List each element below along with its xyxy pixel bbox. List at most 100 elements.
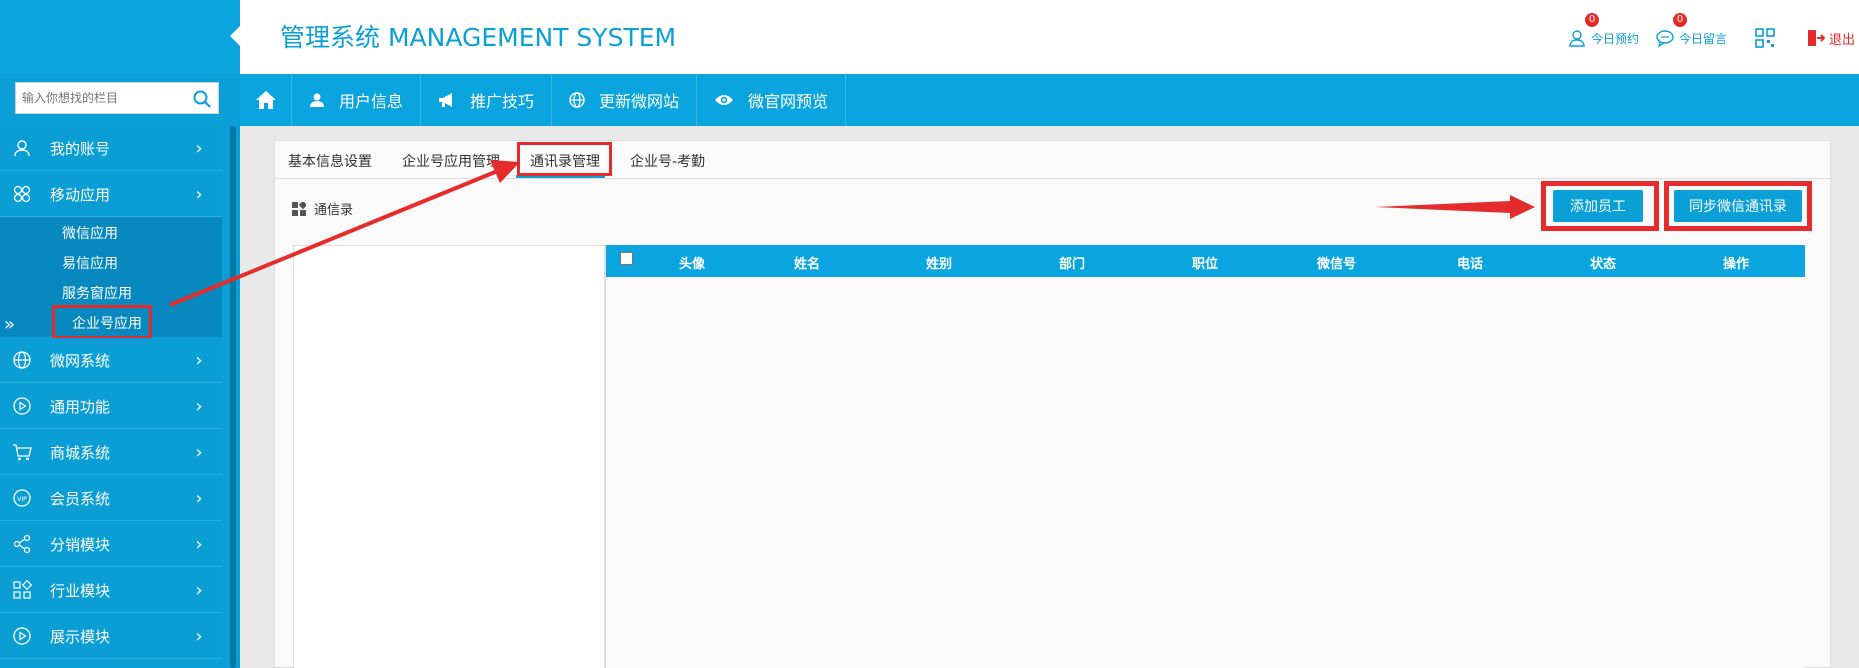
today-appointments-label: 今日预约 — [1591, 31, 1640, 46]
sidebar-item-shop[interactable]: 商城系统 › — [0, 430, 222, 475]
column-header[interactable]: 职位 — [1192, 253, 1218, 272]
header: 管理系统 MANAGEMENT SYSTEM 0 今日预约 0 今日留言 退出 — [240, 0, 1859, 74]
home-icon — [255, 90, 277, 110]
globe-icon — [569, 92, 585, 108]
grid-icon — [12, 580, 32, 600]
column-header[interactable]: 姓名 — [794, 253, 820, 272]
column-header[interactable]: 部门 — [1059, 253, 1085, 272]
apps-icon — [12, 184, 32, 204]
sidebar-item-mobile-apps[interactable]: 移动应用 › — [0, 172, 222, 217]
topnav-label: 推广技巧 — [470, 92, 535, 111]
topnav-promotion-tips[interactable]: 推广技巧 — [421, 74, 553, 126]
topnav-label: 更新微网站 — [599, 92, 680, 111]
topnav-label: 微官网预览 — [748, 92, 829, 111]
sidebar-item-microsite[interactable]: 微网系统 › — [0, 338, 222, 383]
highlight-box — [517, 142, 612, 176]
column-header[interactable]: 状态 — [1590, 253, 1616, 272]
svg-text:VIP: VIP — [17, 496, 27, 503]
top-navbar: 用户信息 推广技巧 更新微网站 微官网预览 — [240, 74, 1859, 126]
sidebar-item-member[interactable]: VIP 会员系统 › — [0, 476, 222, 521]
user-icon — [12, 138, 32, 158]
sidebar-item-label: 展示模块 — [50, 627, 111, 646]
topnav-update-microsite[interactable]: 更新微网站 — [552, 74, 698, 126]
column-header[interactable]: 操作 — [1723, 253, 1749, 272]
tab-bar: 基本信息设置 企业号应用管理 通讯录管理 企业号-考勤 — [275, 141, 1832, 179]
chevron-right-icon: › — [195, 395, 203, 417]
mobile-apps-submenu: 微信应用 易信应用 服务窗应用 企业号应用 — [0, 217, 222, 339]
notification-badge: 0 — [1673, 13, 1687, 27]
play-circle-icon — [12, 396, 32, 416]
submenu-item-yixin[interactable]: 易信应用 — [62, 253, 118, 273]
globe-icon — [12, 350, 32, 370]
topnav-preview-site[interactable]: 微官网预览 — [697, 74, 847, 126]
chevron-right-icon: › — [195, 533, 203, 555]
sidebar-item-label: 行业模块 — [50, 581, 111, 600]
topnav-user-info[interactable]: 用户信息 — [292, 74, 422, 126]
sidebar-scrollbar[interactable] — [230, 126, 236, 668]
submenu-item-wechat[interactable]: 微信应用 — [62, 223, 118, 243]
sidebar-item-industry[interactable]: 行业模块 › — [0, 568, 222, 613]
tab-enterprise-attendance[interactable]: 企业号-考勤 — [630, 151, 705, 171]
chevron-right-icon: › — [195, 183, 203, 205]
qrcode-icon — [1755, 28, 1775, 48]
sidebar-item-label: 商城系统 — [50, 443, 111, 462]
today-appointments[interactable]: 0 今日预约 — [1567, 13, 1640, 48]
section-header: 通信录 — [292, 199, 353, 218]
sidebar-item-showcase[interactable]: 展示模块 › — [0, 614, 222, 659]
today-messages[interactable]: 0 今日留言 — [1655, 13, 1728, 48]
department-tree[interactable] — [293, 245, 605, 668]
double-chevron-right-icon: » — [4, 314, 16, 335]
user-icon — [1567, 28, 1587, 48]
column-header[interactable]: 姓别 — [926, 253, 952, 272]
eye-icon — [714, 93, 734, 107]
sidebar-item-label: 分销模块 — [50, 535, 111, 554]
page-title: 管理系统 MANAGEMENT SYSTEM — [280, 23, 677, 52]
section-title: 通信录 — [314, 203, 354, 218]
column-header[interactable]: 微信号 — [1317, 253, 1356, 272]
sidebar-item-general[interactable]: 通用功能 › — [0, 384, 222, 429]
sidebar: 我的账号 › 移动应用 › 微信应用 易信应用 服务窗应用 企业号应用 » 微网… — [0, 0, 242, 668]
sync-wechat-contacts-button[interactable]: 同步微信通讯录 — [1674, 190, 1802, 222]
topnav-label: 用户信息 — [339, 92, 404, 111]
sidebar-item-distribution[interactable]: 分销模块 › — [0, 522, 222, 567]
chevron-right-icon: › — [195, 625, 203, 647]
qrcode-button[interactable] — [1755, 28, 1775, 48]
sidebar-item-label: 会员系统 — [50, 489, 111, 508]
share-icon — [12, 534, 32, 554]
play-circle-icon — [12, 626, 32, 646]
notification-badge: 0 — [1585, 13, 1599, 27]
submenu-item-service-window[interactable]: 服务窗应用 — [62, 283, 132, 303]
sidebar-item-label: 通用功能 — [50, 397, 111, 416]
sidebar-item-label: 移动应用 — [50, 185, 111, 204]
sidebar-logo-area — [0, 0, 240, 74]
grid-icon — [292, 201, 306, 216]
search-icon[interactable] — [192, 89, 212, 109]
home-button[interactable] — [240, 74, 292, 126]
person-icon — [309, 92, 325, 108]
search-input[interactable] — [16, 83, 186, 113]
comment-icon — [1655, 28, 1675, 48]
today-messages-label: 今日留言 — [1679, 31, 1728, 46]
chevron-right-icon: › — [195, 487, 203, 509]
sidebar-search — [15, 82, 219, 114]
chevron-right-icon: › — [195, 579, 203, 601]
contacts-table: 头像 姓名 姓别 部门 职位 微信号 电话 状态 操作 — [605, 245, 1805, 668]
logout-icon — [1805, 28, 1825, 48]
logout-label: 退出 — [1829, 32, 1856, 48]
table-header: 头像 姓名 姓别 部门 职位 微信号 电话 状态 操作 — [606, 245, 1805, 277]
chevron-right-icon: › — [195, 137, 203, 159]
tab-basic-info[interactable]: 基本信息设置 — [288, 151, 372, 171]
cart-icon — [12, 442, 32, 462]
chevron-right-icon: › — [195, 441, 203, 463]
chevron-right-icon: › — [195, 349, 203, 371]
content-panel: 基本信息设置 企业号应用管理 通讯录管理 企业号-考勤 通信录 添加员工 同步微… — [274, 140, 1832, 668]
sidebar-item-label: 微网系统 — [50, 351, 111, 370]
sidebar-item-account[interactable]: 我的账号 › — [0, 126, 222, 171]
column-header[interactable]: 电话 — [1457, 253, 1483, 272]
logout-button[interactable]: 退出 — [1805, 28, 1855, 48]
column-header[interactable]: 头像 — [679, 253, 705, 272]
add-employee-button[interactable]: 添加员工 — [1553, 190, 1643, 222]
select-all-checkbox[interactable] — [620, 252, 633, 265]
tab-enterprise-app-management[interactable]: 企业号应用管理 — [402, 151, 500, 171]
megaphone-icon — [438, 92, 456, 108]
